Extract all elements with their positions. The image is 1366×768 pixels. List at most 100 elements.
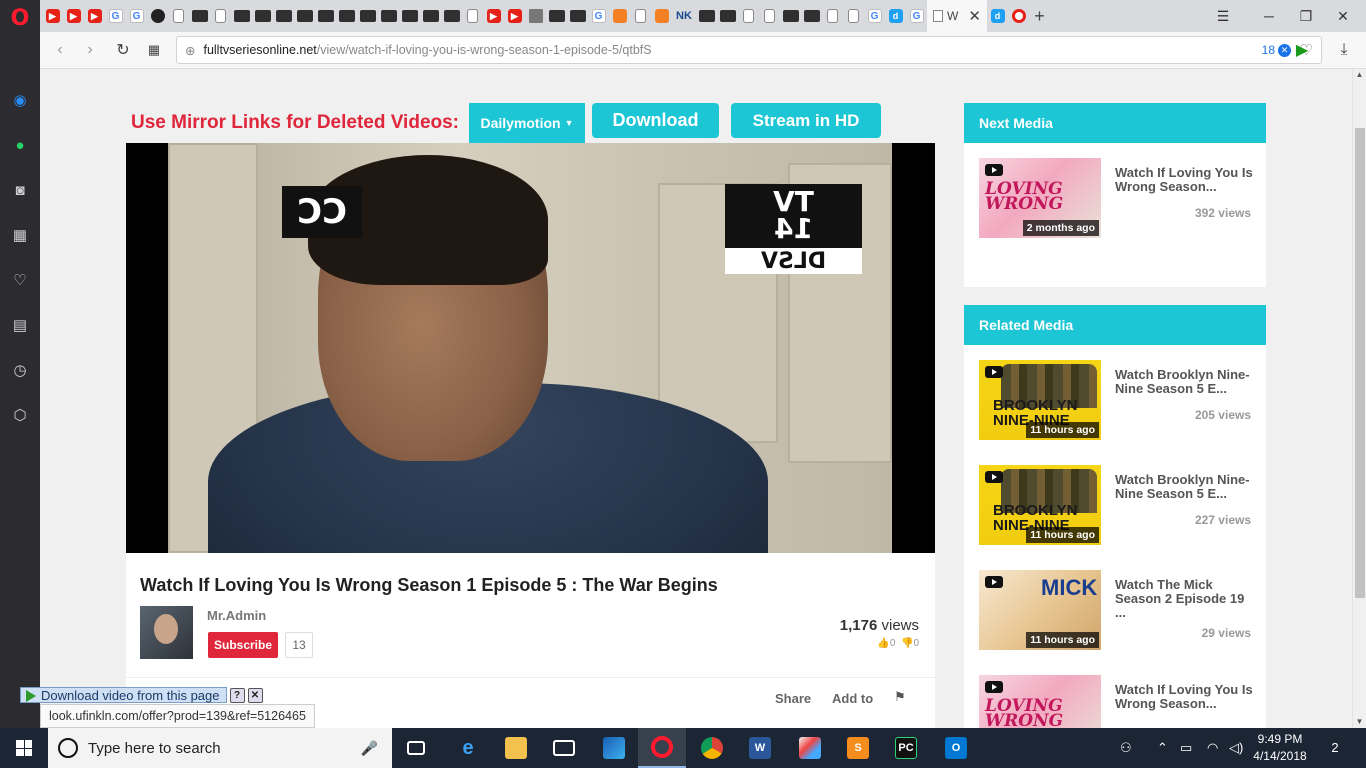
volume-icon[interactable]: ◁) xyxy=(1229,728,1243,768)
tab-video[interactable] xyxy=(231,0,252,32)
tab-github[interactable] xyxy=(147,0,168,32)
list-item[interactable]: MICK 11 hours ago Watch The Mick Season … xyxy=(979,570,1251,650)
tab-document[interactable] xyxy=(759,0,780,32)
tab-video[interactable] xyxy=(294,0,315,32)
tab-stackoverflow[interactable] xyxy=(609,0,630,32)
avatar[interactable] xyxy=(140,606,193,659)
tab-document[interactable] xyxy=(843,0,864,32)
wifi-icon[interactable]: ◠ xyxy=(1207,728,1218,768)
page-scrollbar[interactable]: ▲ ▼ xyxy=(1352,70,1366,728)
whatsapp-icon[interactable]: ● xyxy=(8,133,32,157)
tab-document[interactable] xyxy=(168,0,189,32)
tab-google[interactable]: G xyxy=(864,0,885,32)
stream-hd-button[interactable]: Stream in HD xyxy=(731,103,881,138)
microphone-icon[interactable]: 🎤 xyxy=(361,740,378,757)
video-thumbnail[interactable]: BROOKLYN NINE-NINE 11 hours ago xyxy=(979,465,1101,545)
edge-icon[interactable]: e xyxy=(444,728,492,768)
tab-video[interactable] xyxy=(189,0,210,32)
tab-video[interactable] xyxy=(780,0,801,32)
help-icon[interactable]: ? xyxy=(229,687,245,703)
list-item[interactable]: LOVING WRONG 2 months ago Watch If Lovin… xyxy=(979,158,1253,238)
outlook-icon[interactable]: O xyxy=(932,728,980,768)
chrome-icon[interactable] xyxy=(688,728,736,768)
speed-dial-icon[interactable]: ▦ xyxy=(8,223,32,247)
bookmarks-icon[interactable]: ♡ xyxy=(8,268,32,292)
add-to-button[interactable]: Add to xyxy=(832,691,873,706)
media-title[interactable]: Watch Brooklyn Nine-Nine Season 5 E... xyxy=(1115,473,1255,501)
tab-google[interactable]: G xyxy=(105,0,126,32)
back-icon[interactable]: ‹ xyxy=(48,38,72,62)
scroll-up-icon[interactable]: ▲ xyxy=(1353,70,1366,79)
play-icon[interactable]: ▶ xyxy=(1290,38,1314,62)
tab-youtube[interactable]: ▶ xyxy=(84,0,105,32)
people-icon[interactable]: ⚇ xyxy=(1120,728,1132,768)
video-thumbnail[interactable]: LOVING WRONG xyxy=(979,675,1101,728)
sublime-icon[interactable]: S xyxy=(834,728,882,768)
tab-dailymotion[interactable]: d xyxy=(885,0,906,32)
tab-document[interactable] xyxy=(462,0,483,32)
close-window-icon[interactable]: ✕ xyxy=(1320,0,1366,32)
extensions-icon[interactable]: ⬡ xyxy=(8,403,32,427)
file-explorer-icon[interactable] xyxy=(492,728,540,768)
tab-video[interactable] xyxy=(357,0,378,32)
video-thumbnail[interactable]: BROOKLYN NINE-NINE 11 hours ago xyxy=(979,360,1101,440)
list-item[interactable]: BROOKLYN NINE-NINE 11 hours ago Watch Br… xyxy=(979,360,1251,440)
tab-document[interactable] xyxy=(630,0,651,32)
close-popup-icon[interactable]: ✕ xyxy=(247,687,263,703)
mail-icon[interactable] xyxy=(540,728,588,768)
scroll-thumb[interactable] xyxy=(1355,128,1365,598)
close-tab-icon[interactable]: ✕ xyxy=(968,7,981,25)
tab-google[interactable]: G xyxy=(126,0,147,32)
video-player[interactable]: CC TV 14 DLSV xyxy=(126,143,935,553)
tab-dailymotion[interactable]: d xyxy=(987,0,1008,32)
tab-video[interactable] xyxy=(399,0,420,32)
news-icon[interactable]: ▤ xyxy=(8,313,32,337)
tab-video[interactable] xyxy=(717,0,738,32)
tab-google[interactable]: G xyxy=(906,0,927,32)
tab-video[interactable] xyxy=(378,0,399,32)
opera-taskbar-icon[interactable] xyxy=(638,728,686,768)
url-input[interactable]: ⊕ fulltvseriesonline.net/view/watch-if-l… xyxy=(176,36,1322,64)
notifications-icon[interactable]: 2 xyxy=(1324,736,1346,758)
media-title[interactable]: Watch Brooklyn Nine-Nine Season 5 E... xyxy=(1115,368,1255,396)
media-title[interactable]: Watch If Loving You Is Wrong Season... xyxy=(1115,166,1255,194)
new-tab-icon[interactable]: + xyxy=(1029,0,1050,32)
tray-chevron-icon[interactable]: ⌃ xyxy=(1157,728,1168,768)
tab-youtube[interactable]: ▶ xyxy=(504,0,525,32)
paint-icon[interactable] xyxy=(786,728,834,768)
download-icon[interactable]: ⤓ xyxy=(1332,38,1356,62)
tab-stackoverflow[interactable] xyxy=(651,0,672,32)
subscribe-button[interactable]: Subscribe xyxy=(208,632,278,658)
tab-video[interactable] xyxy=(336,0,357,32)
task-view-icon[interactable] xyxy=(392,728,440,768)
tab-opera[interactable] xyxy=(1008,0,1029,32)
tab-video[interactable] xyxy=(801,0,822,32)
tab-menu-icon[interactable]: ☰ xyxy=(1200,0,1246,32)
tab-video[interactable] xyxy=(441,0,462,32)
download-button[interactable]: Download xyxy=(592,103,719,138)
tab-video[interactable] xyxy=(273,0,294,32)
taskbar-clock[interactable]: 9:49 PM 4/14/2018 xyxy=(1250,731,1310,765)
list-item[interactable]: BROOKLYN NINE-NINE 11 hours ago Watch Br… xyxy=(979,465,1251,545)
thumbs-down-icon[interactable]: 👎 xyxy=(901,638,913,649)
mirror-select[interactable]: Dailymotion ▼ xyxy=(469,103,585,143)
adblock-badge[interactable]: 18 ✕ xyxy=(1262,43,1291,57)
thumbs-up-icon[interactable]: 👍 xyxy=(877,638,889,649)
list-item[interactable]: LOVING WRONG Watch If Loving You Is Wron… xyxy=(979,675,1253,728)
reload-icon[interactable]: ↻ xyxy=(111,38,135,62)
tab-document[interactable] xyxy=(822,0,843,32)
tab-nk[interactable]: NK xyxy=(672,0,696,32)
tab-video[interactable] xyxy=(546,0,567,32)
snapshot-icon[interactable]: ◙ xyxy=(8,178,32,202)
battery-icon[interactable]: ▭ xyxy=(1180,728,1192,768)
tab-video[interactable] xyxy=(567,0,588,32)
uploader-name[interactable]: Mr.Admin xyxy=(207,608,266,623)
media-title[interactable]: Watch If Loving You Is Wrong Season... xyxy=(1115,683,1255,711)
media-title[interactable]: Watch The Mick Season 2 Episode 19 ... xyxy=(1115,578,1255,620)
tab-google[interactable]: G xyxy=(588,0,609,32)
messenger-icon[interactable]: ◉ xyxy=(8,88,32,112)
tabs-grid-icon[interactable]: ▦ xyxy=(142,38,166,62)
tab-document[interactable] xyxy=(210,0,231,32)
tab-youtube[interactable]: ▶ xyxy=(483,0,504,32)
download-video-link[interactable]: Download video from this page xyxy=(20,687,227,703)
